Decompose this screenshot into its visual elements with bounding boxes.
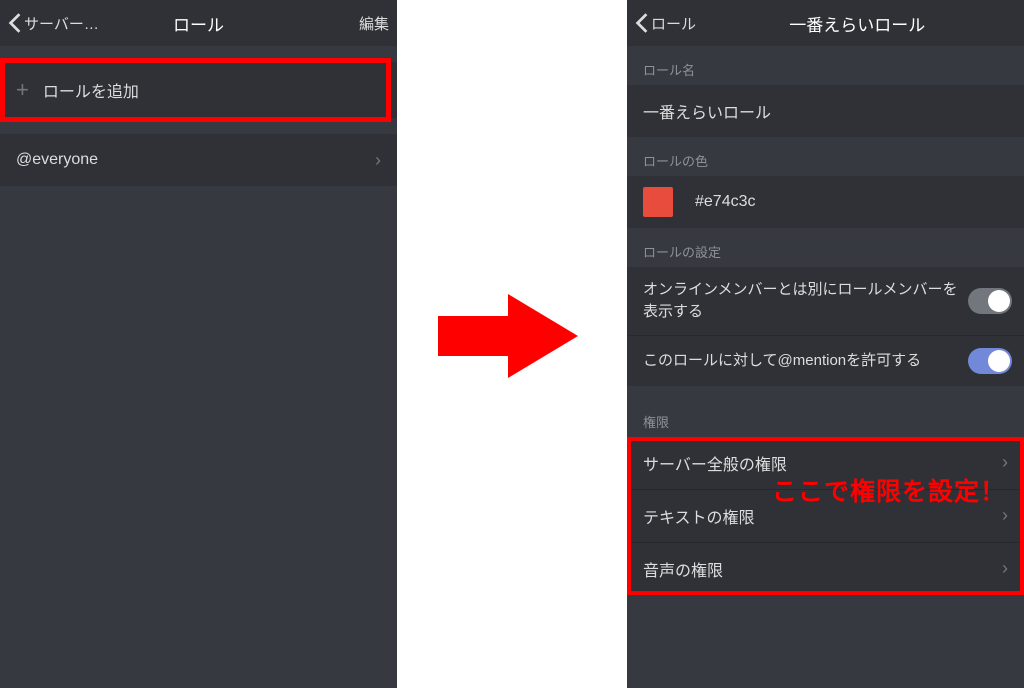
permissions-group: サーバー全般の権限 › テキストの権限 › 音声の権限 › [627, 437, 1024, 595]
voice-permissions-row[interactable]: 音声の権限 › [627, 543, 1024, 595]
role-name-section-label: ロール名 [627, 46, 1024, 85]
chevron-right-icon: › [1002, 558, 1008, 579]
edit-button[interactable]: 編集 [359, 13, 389, 34]
left-header: サーバー… ロール 編集 [0, 0, 397, 46]
display-separately-label: オンラインメンバーとは別にロールメンバーを表示する [643, 279, 968, 323]
add-role-label: ロールを追加 [43, 78, 139, 102]
arrow-icon [438, 286, 578, 386]
permissions-section-label: 権限 [627, 386, 1024, 437]
add-role-row-wrapper: + ロールを追加 [0, 62, 397, 118]
back-label: ロール [651, 13, 696, 34]
right-header: ロール 一番えらいロール [627, 0, 1024, 46]
back-label: サーバー… [24, 13, 99, 34]
role-name-row[interactable]: 一番えらいロール [627, 85, 1024, 137]
left-screen: サーバー… ロール 編集 + ロールを追加 @everyone › [0, 0, 397, 688]
role-color-section-label: ロールの色 [627, 137, 1024, 176]
add-role-button[interactable]: + ロールを追加 [0, 62, 397, 118]
voice-permissions-label: 音声の権限 [643, 557, 723, 581]
role-color-row[interactable]: #e74c3c [627, 176, 1024, 228]
chevron-right-icon: › [375, 150, 381, 171]
chevron-left-icon [8, 12, 22, 34]
role-settings-section-label: ロールの設定 [627, 228, 1024, 267]
right-screen: ロール 一番えらいロール ロール名 一番えらいロール ロールの色 #e74c3c… [627, 0, 1024, 688]
everyone-role-row[interactable]: @everyone › [0, 134, 397, 186]
color-swatch [643, 187, 673, 217]
chevron-right-icon: › [1002, 452, 1008, 473]
chevron-left-icon [635, 12, 649, 34]
page-title: 一番えらいロール [789, 11, 925, 36]
plus-icon: + [16, 77, 29, 103]
server-permissions-label: サーバー全般の権限 [643, 451, 787, 475]
annotation-text: ここで権限を設定！ [772, 472, 1006, 508]
role-color-value: #e74c3c [695, 193, 756, 211]
everyone-label: @everyone [16, 151, 98, 169]
chevron-right-icon: › [1002, 505, 1008, 526]
page-title: ロール [173, 11, 224, 36]
back-button[interactable]: サーバー… [8, 12, 99, 34]
display-separately-toggle[interactable] [968, 288, 1012, 314]
back-button[interactable]: ロール [635, 12, 696, 34]
allow-mention-row[interactable]: このロールに対して@mentionを許可する [627, 336, 1024, 386]
allow-mention-toggle[interactable] [968, 348, 1012, 374]
text-permissions-label: テキストの権限 [643, 504, 755, 528]
role-name-value: 一番えらいロール [643, 99, 771, 123]
allow-mention-label: このロールに対して@mentionを許可する [643, 350, 968, 372]
display-separately-row[interactable]: オンラインメンバーとは別にロールメンバーを表示する [627, 267, 1024, 335]
